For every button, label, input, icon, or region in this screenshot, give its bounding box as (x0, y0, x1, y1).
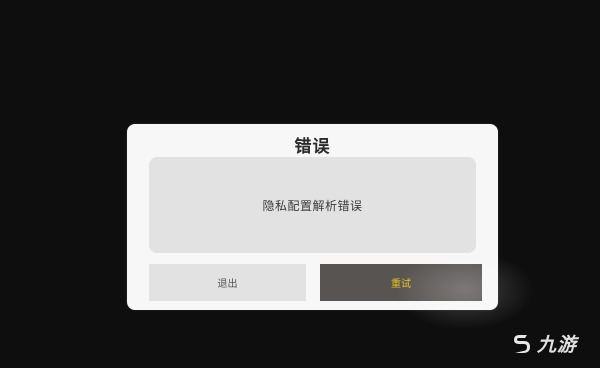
error-message: 隐私配置解析错误 (262, 198, 363, 213)
game-screen: 错误 隐私配置解析错误 退出 重试 九游 (0, 0, 600, 368)
retry-button[interactable]: 重试 (320, 264, 482, 301)
exit-button[interactable]: 退出 (149, 264, 306, 301)
exit-button-label: 退出 (217, 279, 238, 290)
error-dialog: 错误 隐私配置解析错误 退出 重试 (127, 124, 498, 310)
dialog-title: 错误 (294, 137, 331, 157)
jiuyou-s-logo-icon (514, 334, 530, 353)
watermark-text: 九游 (537, 334, 578, 356)
watermark: 九游 (510, 330, 577, 357)
retry-button-label: 重试 (391, 279, 411, 290)
message-panel: 隐私配置解析错误 (149, 157, 476, 253)
